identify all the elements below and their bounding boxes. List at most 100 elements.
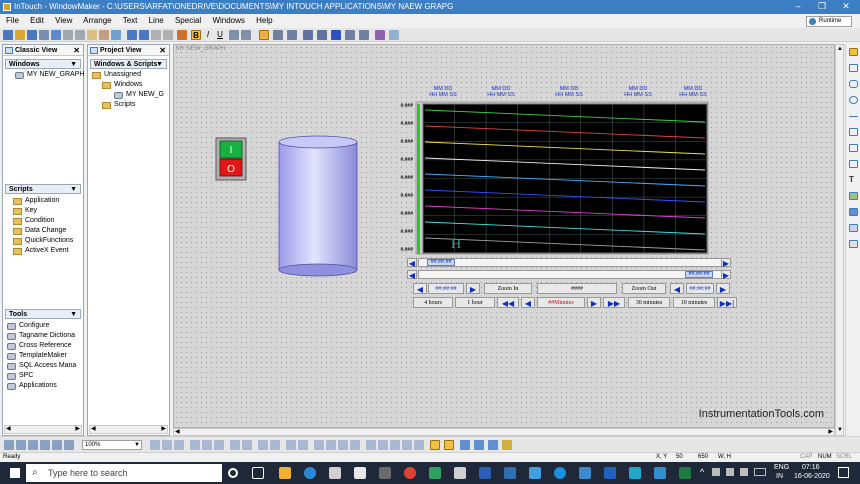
tray-battery-icon[interactable] [726, 468, 734, 476]
fullscreen-icon[interactable] [40, 440, 50, 450]
tree-item-templatemaker[interactable]: TemplateMaker [7, 351, 83, 361]
menu-arrange[interactable]: Arrange [83, 16, 111, 25]
insert-symbol-icon[interactable] [474, 440, 484, 450]
realtime-trend-tool-icon[interactable] [849, 208, 858, 216]
scroll-left-icon[interactable]: ◀ [175, 429, 180, 436]
layout-2-icon[interactable] [444, 440, 454, 450]
text-color-icon[interactable] [331, 30, 341, 40]
tree-item-spc[interactable]: SPC [7, 371, 83, 381]
file-explorer-icon[interactable] [279, 467, 291, 479]
align-left-objects-icon[interactable] [150, 440, 160, 450]
tray-network-icon[interactable] [712, 468, 720, 476]
insert-window-icon[interactable] [460, 440, 470, 450]
scroll-right-icon[interactable]: ▶ [828, 429, 833, 436]
trend-scroll-track-2[interactable]: ##.##.## [418, 270, 730, 279]
canvas-hscroll[interactable]: ◀ ▶ [173, 428, 835, 436]
tree-item-data-change-script[interactable]: Data Change [13, 226, 83, 236]
align-right-icon[interactable] [287, 30, 297, 40]
underline-button[interactable]: U [215, 30, 225, 40]
windows-start-icon[interactable] [10, 468, 20, 478]
mail-icon[interactable] [354, 467, 366, 479]
group-icon[interactable] [286, 440, 296, 450]
tray-lang[interactable]: ENG [774, 464, 789, 471]
scripts-section-header[interactable]: Scripts ▼ [5, 184, 81, 194]
tray-chevron-icon[interactable]: ^ [700, 467, 704, 477]
rectangle-tool-icon[interactable] [849, 64, 858, 72]
trend-start-back-button[interactable]: ◀ [413, 283, 427, 294]
transparent-icon[interactable] [375, 30, 385, 40]
space-horizontal-icon[interactable] [230, 440, 240, 450]
line-style-icon[interactable] [359, 30, 369, 40]
add-point-icon[interactable] [402, 440, 412, 450]
trend-scroll-thumb-2[interactable]: ##.##.## [685, 271, 713, 278]
trend-forward-button[interactable]: ▶ [587, 297, 601, 308]
span-value-field[interactable]: ##Minutes [537, 297, 585, 308]
chrome-icon[interactable] [404, 467, 416, 479]
space-vertical-icon[interactable] [242, 440, 252, 450]
font-larger-icon[interactable] [229, 30, 239, 40]
unsmooth-icon[interactable] [390, 440, 400, 450]
flip-horizontal-icon[interactable] [338, 440, 348, 450]
hand-icon[interactable] [52, 440, 62, 450]
project-view-hscroll[interactable]: ◀ ▶ [89, 425, 168, 434]
grid-icon[interactable] [16, 440, 26, 450]
zoom-out-button[interactable]: Zoom Out [622, 283, 666, 294]
copy-icon[interactable] [75, 30, 85, 40]
notification-icon[interactable] [838, 467, 849, 478]
windows-scripts-dropdown[interactable]: Windows & Scripts ▼ [90, 59, 167, 69]
minimize-button[interactable]: – [786, 0, 810, 14]
cut-icon[interactable] [63, 30, 73, 40]
historical-trend-tool-icon[interactable] [849, 224, 858, 232]
project-view-close-icon[interactable]: ✕ [159, 45, 166, 56]
trend-scroll-left-2-button[interactable]: ◀ [407, 270, 417, 280]
tree-item-activex-event[interactable]: ActiveX Event [13, 246, 83, 256]
ellipse-tool-icon[interactable] [849, 96, 858, 104]
paint-icon[interactable] [502, 440, 512, 450]
new-icon[interactable] [3, 30, 13, 40]
tray-time[interactable]: 07:16 [802, 464, 820, 471]
redo-icon[interactable] [139, 30, 149, 40]
menu-help[interactable]: Help [256, 16, 272, 25]
hv-line-tool-icon[interactable] [849, 128, 858, 136]
save-icon[interactable] [27, 30, 37, 40]
edge-icon[interactable] [304, 467, 316, 479]
send-back-icon[interactable] [270, 440, 280, 450]
menu-edit[interactable]: Edit [30, 16, 44, 25]
app-icon-9[interactable] [654, 467, 666, 479]
tree-item-applications[interactable]: Applications [7, 381, 83, 391]
font-icon[interactable] [177, 30, 187, 40]
tools-section-header[interactable]: Tools ▼ [5, 309, 81, 319]
tree-item-my-new-graph-window[interactable]: MY NEW_G [114, 90, 169, 100]
button-tool-icon[interactable] [849, 240, 858, 248]
print-icon[interactable] [51, 30, 61, 40]
span-30-minutes-button[interactable]: 30 minutes [628, 297, 670, 308]
reshape-icon[interactable] [366, 440, 376, 450]
tank-cylinder[interactable] [278, 135, 358, 277]
trend-start-forward-button[interactable]: ▶ [466, 283, 480, 294]
span-1-hour-button[interactable]: 1 hour [455, 297, 495, 308]
trend-start-time-field[interactable]: ##:##:## [428, 283, 464, 294]
tree-item-my-new-graph[interactable]: MY NEW_GRAPH [15, 70, 84, 80]
historical-trend[interactable]: H MM DDHH MM SSMM DDHH MM SSMM DDHH MM S… [400, 86, 709, 255]
excel-icon[interactable] [679, 467, 691, 479]
tree-item-quickfunctions[interactable]: QuickFunctions [13, 236, 83, 246]
clipboard-icon[interactable] [99, 30, 109, 40]
wizard-icon[interactable] [111, 30, 121, 40]
line-color-icon[interactable] [303, 30, 313, 40]
align-left-icon[interactable] [259, 30, 269, 40]
rounded-rectangle-tool-icon[interactable] [849, 80, 858, 88]
menu-windows[interactable]: Windows [212, 16, 244, 25]
canvas-vscroll[interactable]: ▲ ▼ [835, 44, 844, 436]
app-icon-3[interactable] [454, 467, 466, 479]
find-icon[interactable] [151, 30, 161, 40]
menu-file[interactable]: File [6, 16, 19, 25]
cortana-icon[interactable] [228, 468, 238, 478]
taskbar-search-box[interactable]: ⌕ Type here to search [26, 464, 222, 482]
app-icon-5[interactable] [529, 467, 541, 479]
menu-text[interactable]: Text [123, 16, 138, 25]
delete-point-icon[interactable] [414, 440, 424, 450]
menu-line[interactable]: Line [149, 16, 164, 25]
trend-scroll-right-2-button[interactable]: ▶ [721, 270, 731, 280]
classic-view-close-icon[interactable]: ✕ [73, 45, 80, 56]
trend-fast-forward-button[interactable]: ▶▶ [603, 297, 625, 308]
